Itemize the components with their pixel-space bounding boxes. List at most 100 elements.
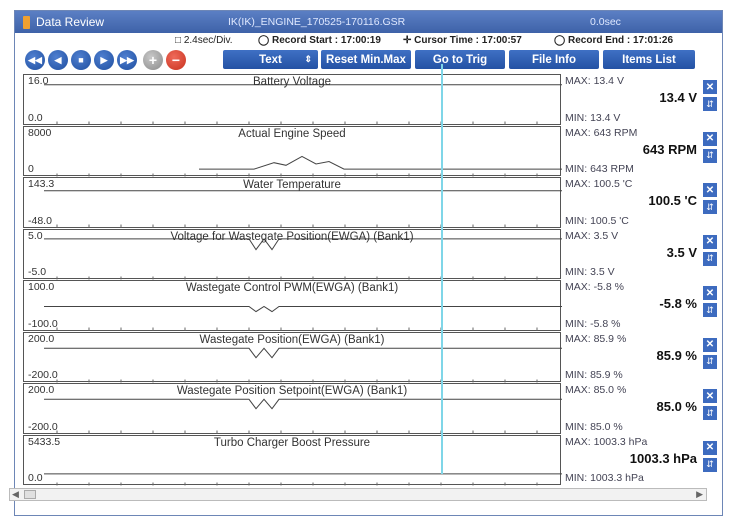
reorder-item-button[interactable]: ⇵ [703,303,717,317]
time-cursor[interactable] [441,64,443,474]
text-select[interactable]: Text ⇕ [223,50,318,69]
remove-item-button[interactable]: ✕ [703,131,717,146]
scroll-left-icon[interactable]: ◀ [12,489,19,500]
min-value: MIN: 1003.3 hPa [565,472,644,484]
elapsed-timer: 0.0sec [590,16,621,28]
current-value: -5.8 % [659,296,697,311]
scroll-right-icon[interactable]: ▶ [696,489,703,500]
max-value: MAX: 85.9 % [565,332,627,345]
signal-line [44,398,562,410]
file-name: IK(IK)_ENGINE_170525-170116.GSR [228,16,406,28]
remove-item-button[interactable]: ✕ [703,234,717,249]
min-value: MIN: 3.5 V [565,266,615,278]
y-axis-min: -100.0 [28,317,58,330]
y-axis-min: 0 [28,163,34,175]
remove-item-button[interactable]: ✕ [703,80,717,94]
spinner-icon: ⇕ [304,54,312,64]
value-panel-4: MAX: 3.5 V 3.5 V MIN: 3.5 V ✕ ⇵ [563,229,721,280]
max-value: MAX: -5.8 % [565,281,624,293]
min-value: MIN: 85.0 % [565,420,623,433]
reorder-item-button[interactable]: ⇵ [703,457,717,472]
scale-label: □ 2.4sec/Div. [175,35,233,46]
y-axis-min: -200.0 [28,369,58,381]
value-panel-5: MAX: -5.8 % -5.8 % MIN: -5.8 % ✕ ⇵ [563,280,721,331]
current-value: 3.5 V [666,244,697,260]
y-axis-min: -5.0 [28,266,47,278]
plot-title: Wastegate Control PWM(EWGA) (Bank1) [185,282,399,294]
max-value: MAX: 100.5 'C [565,178,633,190]
items-list-button[interactable]: Items List [603,50,695,69]
title-bar: Data Review IK(IK)_ENGINE_170525-170116.… [15,11,722,33]
plot-8[interactable]: 5433.5 0.0 Turbo Charger Boost Pressure [23,434,562,485]
next-button[interactable]: ▶ [94,50,114,70]
zoom-out-button[interactable]: − [166,50,186,70]
max-value: MAX: 13.4 V [565,75,624,87]
cursor-time: ✛ Cursor Time : 17:00:57 [403,35,522,46]
max-value: MAX: 1003.3 hPa [565,435,648,448]
remove-item-button[interactable]: ✕ [703,389,717,403]
max-value: MAX: 85.0 % [565,384,627,396]
signal-line [44,347,562,359]
toolbar: ◀◀ ◀ ■ ▶ ▶▶ + − Text ⇕ Reset Min.Max Go … [15,48,722,71]
signal-line [44,305,562,313]
y-axis-min: 0.0 [28,472,43,484]
reorder-item-button[interactable]: ⇵ [703,406,717,420]
value-panel-7: MAX: 85.0 % 85.0 % MIN: 85.0 % ✕ ⇵ [563,383,721,434]
min-value: MIN: -5.8 % [565,317,621,330]
current-value: 1003.3 hPa [629,450,697,466]
plot-title: Wastegate Position(EWGA) (Bank1) [199,333,385,346]
reorder-item-button[interactable]: ⇵ [703,251,717,266]
value-panel-1: MAX: 13.4 V 13.4 V MIN: 13.4 V ✕ ⇵ [563,74,721,125]
plot-2[interactable]: 8000 0 Actual Engine Speed [23,125,562,176]
reorder-item-button[interactable]: ⇵ [703,97,717,111]
reorder-item-button[interactable]: ⇵ [703,148,717,163]
current-value: 85.9 % [656,347,697,363]
value-panel-6: MAX: 85.9 % 85.9 % MIN: 85.9 % ✕ ⇵ [563,332,721,383]
signal-line [199,155,562,170]
value-panel-8: MAX: 1003.3 hPa 1003.3 hPa MIN: 1003.3 hPa… [563,435,721,486]
window-title: Data Review [36,15,105,29]
zoom-in-button[interactable]: + [143,50,163,70]
scroll-thumb[interactable] [24,490,36,499]
plot-title: Actual Engine Speed [238,127,346,140]
remove-item-button[interactable]: ✕ [703,183,717,197]
record-end: ◯ Record End : 17:01:26 [554,35,674,46]
plot-5[interactable]: 100.0 -100.0 Wastegate Control PWM(EWGA) (… [23,280,562,331]
rewind-button[interactable]: ◀◀ [25,50,45,70]
plot-title: Water Temperature [243,179,341,191]
y-axis-min: -200.0 [28,420,58,433]
reset-minmax-button[interactable]: Reset Min.Max [321,50,411,69]
current-value: 100.5 'C [648,193,697,208]
fast-forward-button[interactable]: ▶▶ [117,50,137,70]
file-info-button[interactable]: File Info [509,50,599,69]
stop-button[interactable]: ■ [71,50,91,70]
remove-item-button[interactable]: ✕ [703,440,717,455]
remove-item-button[interactable]: ✕ [703,286,717,300]
remove-item-button[interactable]: ✕ [703,337,717,352]
reorder-item-button[interactable]: ⇵ [703,354,717,369]
record-start: ◯ Record Start : 17:00:19 [258,35,381,46]
plot-title: Voltage for Wastegate Position(EWGA) (Ba… [170,230,414,243]
plot-title: Wastegate Position Setpoint(EWGA) (Bank1… [176,385,408,397]
plot-title: Battery Voltage [253,76,331,88]
max-value: MAX: 3.5 V [565,229,619,242]
current-value: 13.4 V [659,90,697,105]
horizontal-scrollbar[interactable]: ◀ ▶ [9,488,707,501]
current-value: 643 RPM [642,141,697,157]
plot-7[interactable]: 200.0 -200.0 Wastegate Position Setpoint(E… [23,383,562,434]
y-axis-min: 0.0 [28,111,43,124]
plot-6[interactable]: 200.0 -200.0 Wastegate Position(EWGA) (Ban… [23,331,562,382]
text-select-label: Text [259,53,282,66]
reorder-item-button[interactable]: ⇵ [703,200,717,214]
min-value: MIN: 643 RPM [565,163,634,175]
min-value: MIN: 85.9 % [565,369,623,381]
go-to-trig-button[interactable]: Go to Trig [415,50,505,69]
min-value: MIN: 100.5 'C [565,214,629,227]
y-axis-min: -48.0 [28,214,52,227]
info-bar: □ 2.4sec/Div. ◯ Record Start : 17:00:19 … [15,33,722,48]
previous-button[interactable]: ◀ [48,50,68,70]
plot-3[interactable]: 143.3 -48.0 Water Temperature [23,177,562,228]
plot-4[interactable]: 5.0 -5.0 Voltage for Wastegate Position(EW… [23,228,562,279]
plot-1[interactable]: 16.0 0.0 Battery Voltage [23,74,562,125]
value-panel-2: MAX: 643 RPM 643 RPM MIN: 643 RPM ✕ ⇵ [563,126,721,177]
